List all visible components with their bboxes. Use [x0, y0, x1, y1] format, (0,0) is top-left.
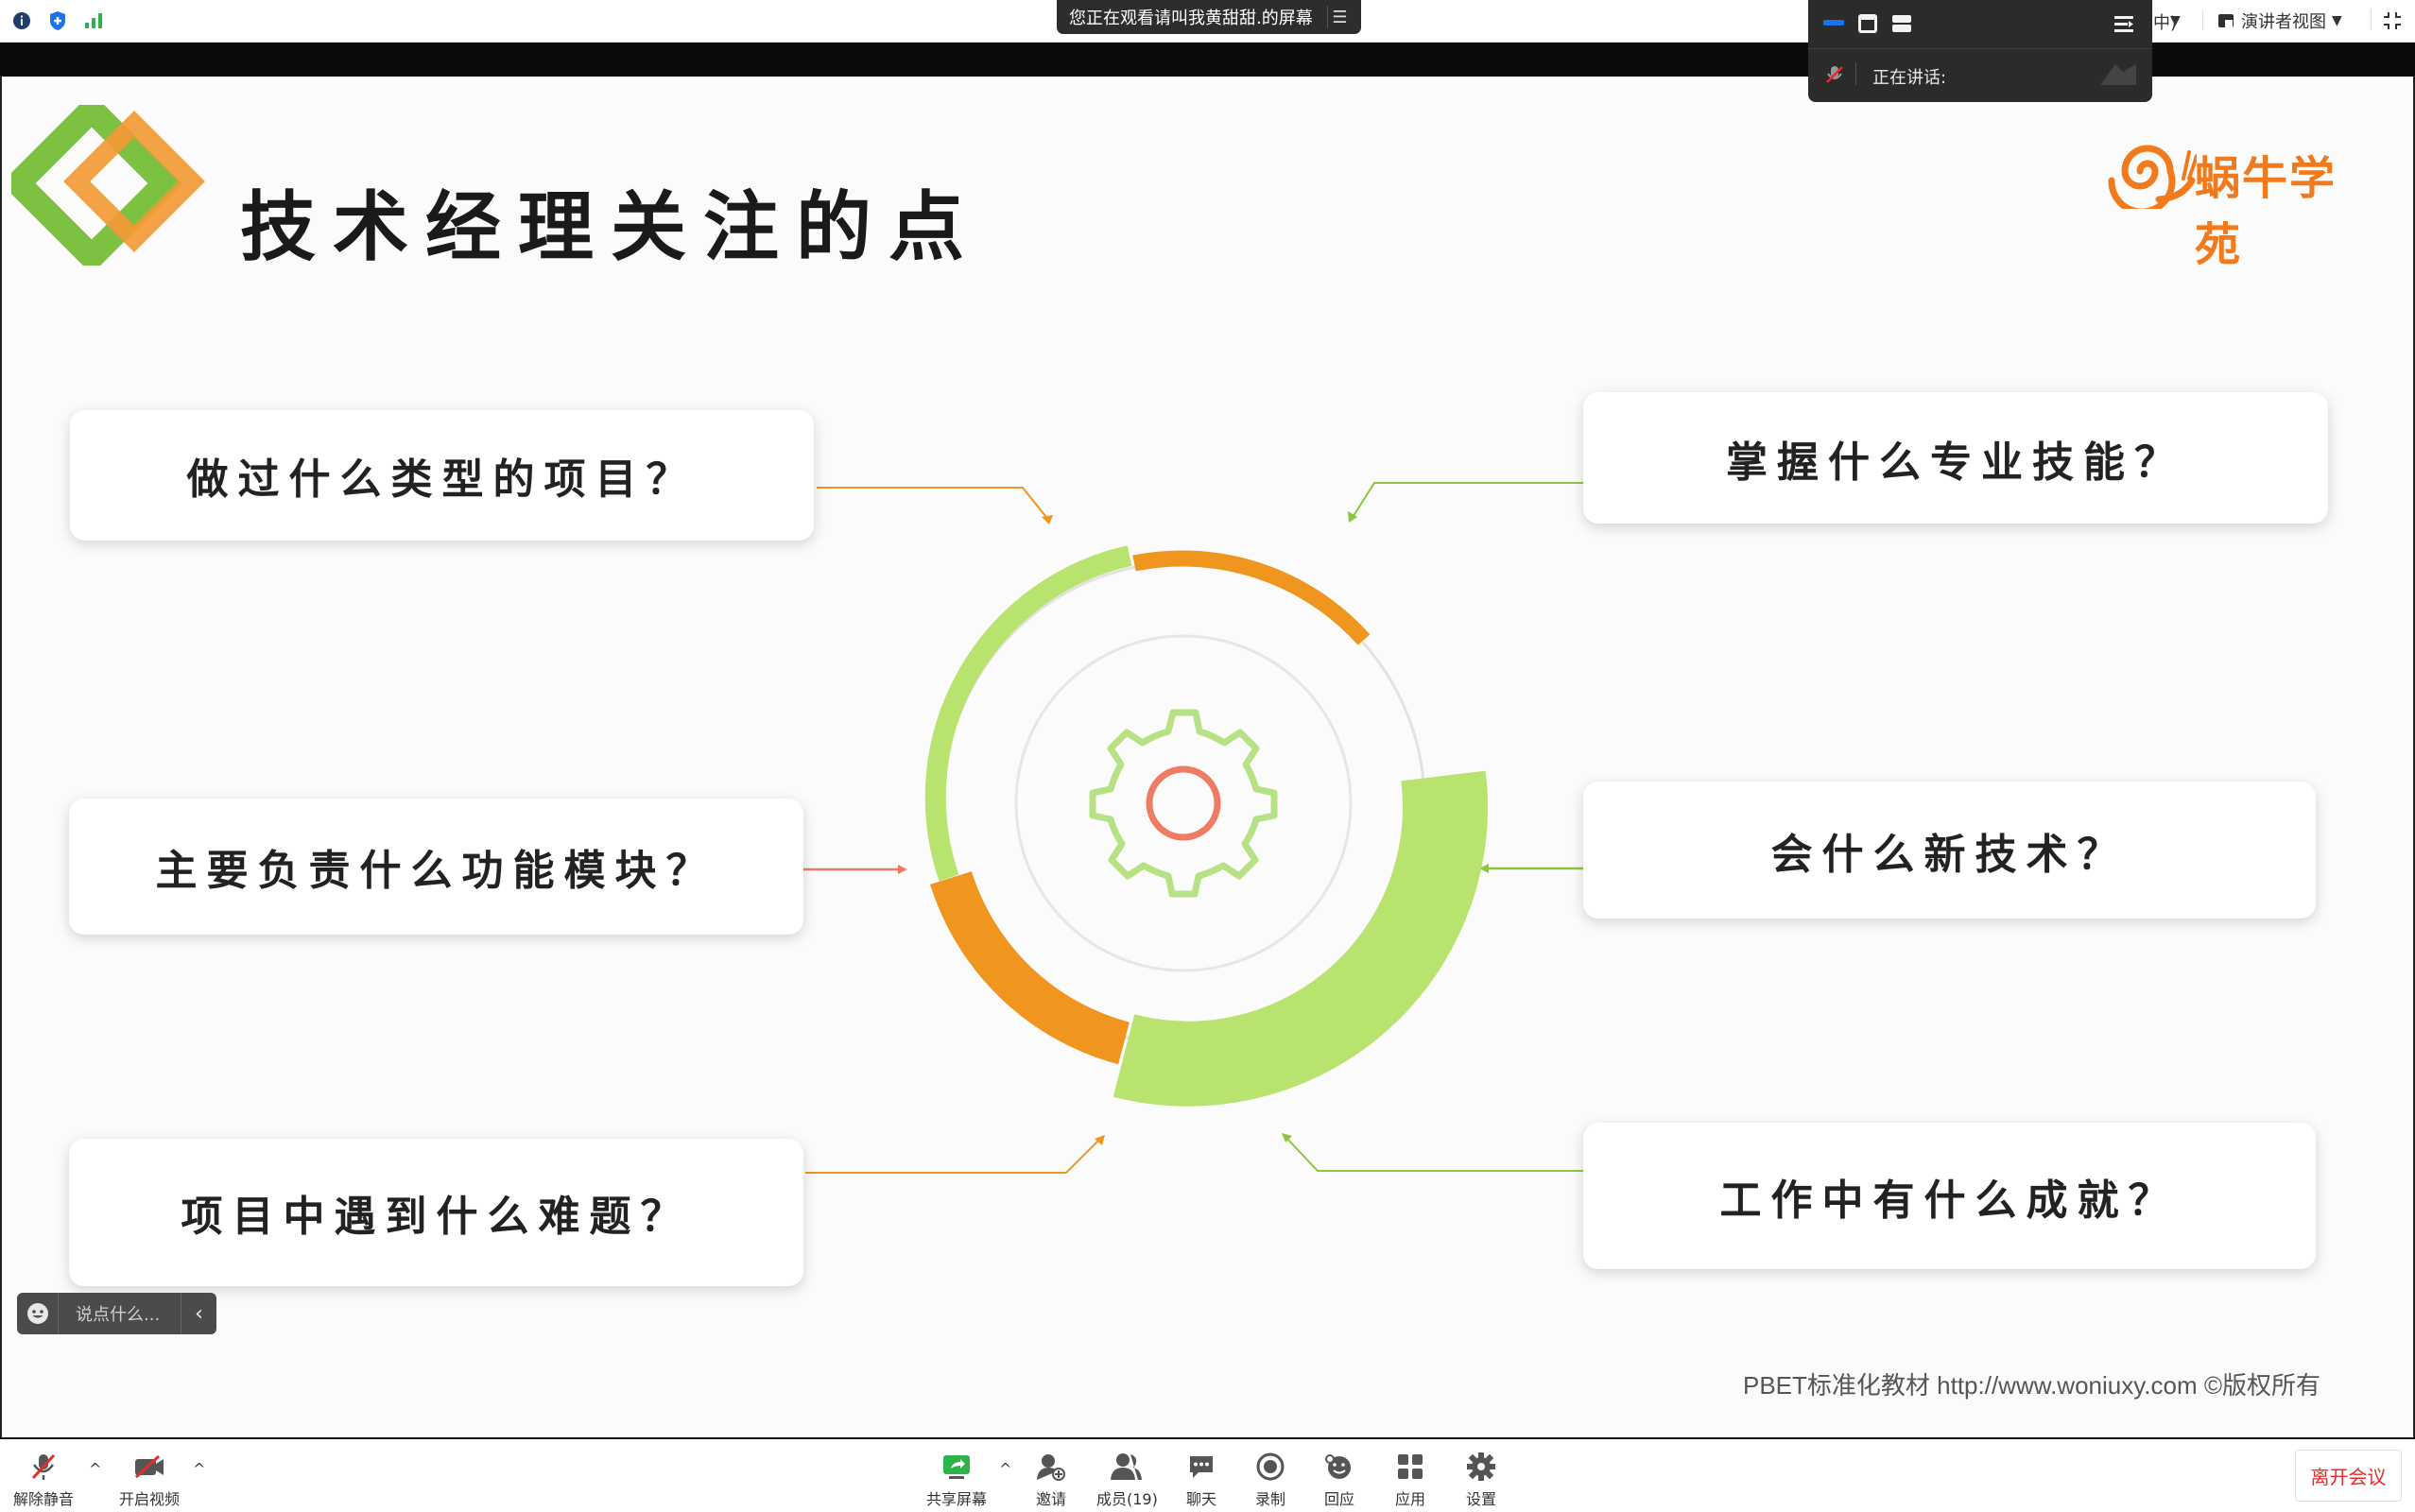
apps-button[interactable]: 应用 — [1394, 1451, 1426, 1509]
connector-q3 — [805, 1138, 1101, 1174]
start-video-label: 开启视频 — [119, 1490, 181, 1508]
connector-q1 — [817, 487, 1050, 522]
question-text: 掌握什么专业技能？ — [1726, 438, 2185, 487]
chevron-up-icon[interactable]: ^ — [89, 1460, 101, 1478]
record-button[interactable]: 录制 — [1254, 1451, 1286, 1509]
record-label: 录制 — [1254, 1490, 1285, 1508]
ring-green-arc-left — [924, 545, 1132, 882]
share-screen-label: 共享屏幕 — [926, 1490, 988, 1508]
settings-button[interactable]: 设置 — [1465, 1451, 1497, 1509]
question-box-q5: 会什么新技术？ — [1583, 782, 2316, 919]
list-layout-icon[interactable] — [1891, 13, 1912, 34]
minimize-icon[interactable] — [1823, 17, 1844, 28]
fullscreen-exit-icon[interactable] — [2382, 10, 2403, 31]
start-video-button[interactable]: 开启视频 — [119, 1451, 180, 1509]
record-icon — [1254, 1451, 1286, 1483]
question-text: 会什么新技术？ — [1770, 830, 2129, 879]
share-status-banner[interactable]: 您正在观看请叫我黄甜甜.的屏幕 ☰ — [1057, 0, 1361, 34]
meeting-window: 您正在观看请叫我黄甜甜.的屏幕 ☰ 中) ▼ 演讲者视图 ▼ 技术经理关注的点 — [0, 0, 2415, 1512]
apps-label: 应用 — [1394, 1490, 1425, 1508]
speaker-panel: 正在讲话: — [1808, 0, 2152, 102]
members-icon — [1111, 1451, 1143, 1483]
info-icon[interactable] — [11, 10, 32, 31]
divider — [2371, 9, 2372, 30]
reaction-smiley-icon — [1323, 1451, 1355, 1483]
chevron-down-icon[interactable]: ▼ — [2170, 13, 2181, 28]
ring-green-arc-right — [1113, 770, 1488, 1107]
settings-label: 设置 — [1465, 1490, 1496, 1508]
question-box-q1: 做过什么类型的项目？ — [70, 410, 814, 541]
share-banner-text: 您正在观看请叫我黄甜甜.的屏幕 — [1069, 9, 1313, 28]
chevron-up-icon[interactable]: ^ — [193, 1460, 205, 1478]
ring-orange-arc-bottom — [930, 870, 1130, 1065]
shield-icon[interactable] — [47, 10, 68, 31]
leave-meeting-button[interactable]: 离开会议 — [2295, 1450, 2402, 1502]
window-icon[interactable] — [1857, 13, 1878, 34]
members-button[interactable]: 成员(19) — [1096, 1451, 1158, 1509]
presenter-view-button[interactable]: 演讲者视图 ▼ — [2217, 9, 2342, 33]
ring-orange-arc-top — [1132, 550, 1371, 645]
chat-button[interactable]: 聊天 — [1185, 1451, 1217, 1509]
muted-mic-icon — [1826, 66, 1843, 83]
divider — [1855, 62, 1856, 85]
connector-q4 — [1351, 482, 1583, 520]
invite-button[interactable]: 邀请 — [1035, 1451, 1067, 1509]
collapse-panel-icon[interactable] — [2113, 13, 2135, 34]
question-text: 做过什么类型的项目？ — [186, 455, 698, 504]
apps-grid-icon — [1394, 1451, 1426, 1483]
chevron-left-icon[interactable]: ‹ — [181, 1293, 216, 1334]
question-box-q6: 工作中有什么成就？ — [1583, 1123, 2316, 1269]
question-text: 项目中遇到什么难题？ — [181, 1193, 692, 1241]
presenter-view-icon — [2218, 14, 2234, 27]
speaker-panel-header — [1808, 0, 2152, 49]
speaker-wave-icon — [2100, 64, 2136, 85]
reactions-label: 回应 — [1323, 1490, 1354, 1508]
chat-input-placeholder[interactable]: 说点什么... — [59, 1301, 181, 1326]
presenter-view-label: 演讲者视图 — [2241, 12, 2326, 32]
question-text: 主要负责什么功能模块？ — [155, 847, 717, 895]
copyright-footer: PBET标准化教材 http://www.woniuxy.com ©版权所有 — [1743, 1371, 2321, 1400]
question-box-q3: 项目中遇到什么难题？ — [69, 1139, 803, 1286]
invite-label: 邀请 — [1035, 1490, 1066, 1508]
chevron-up-icon[interactable]: ^ — [999, 1460, 1011, 1478]
question-text: 工作中有什么成就？ — [1719, 1176, 2180, 1225]
arrow-q2 — [898, 865, 907, 874]
shared-slide: 技术经理关注的点 蜗牛学苑 做过什么类型的项目？ 主要负责什么功能模块？ 项目中… — [0, 77, 2415, 1437]
share-screen-button[interactable]: 共享屏幕 — [926, 1451, 987, 1509]
question-box-q2: 主要负责什么功能模块？ — [69, 799, 803, 935]
video-off-icon — [133, 1451, 165, 1483]
unmute-label: 解除静音 — [13, 1490, 75, 1508]
inner-thin-circle — [1014, 634, 1353, 972]
muted-mic-icon — [27, 1451, 60, 1483]
emoji-icon[interactable] — [17, 1293, 59, 1334]
gear-icon — [1089, 709, 1278, 898]
invite-user-icon — [1035, 1451, 1067, 1483]
share-screen-icon — [940, 1451, 973, 1483]
chat-input-pill[interactable]: 说点什么... ‹ — [17, 1293, 216, 1334]
meeting-toolbar: 解除静音 ^ 开启视频 ^ 共享屏幕 ^ 邀请 成员(19) 聊天 录制 回应 … — [0, 1437, 2415, 1512]
gear-icon — [1465, 1451, 1497, 1483]
arrow-q1 — [1042, 515, 1053, 524]
connector-q6 — [1285, 1136, 1583, 1172]
talking-label: 正在讲话: — [1872, 68, 1947, 88]
hamburger-icon[interactable]: ☰ — [1327, 6, 1352, 28]
chat-icon — [1185, 1451, 1217, 1483]
question-box-q4: 掌握什么专业技能？ — [1583, 392, 2328, 524]
unmute-button[interactable]: 解除静音 — [13, 1451, 74, 1509]
chat-label: 聊天 — [1185, 1490, 1216, 1508]
divider — [2202, 9, 2203, 30]
reactions-button[interactable]: 回应 — [1323, 1451, 1355, 1509]
members-label: 成员(19) — [1096, 1490, 1158, 1508]
chevron-down-icon: ▼ — [2332, 13, 2342, 28]
signal-icon[interactable] — [83, 10, 104, 31]
